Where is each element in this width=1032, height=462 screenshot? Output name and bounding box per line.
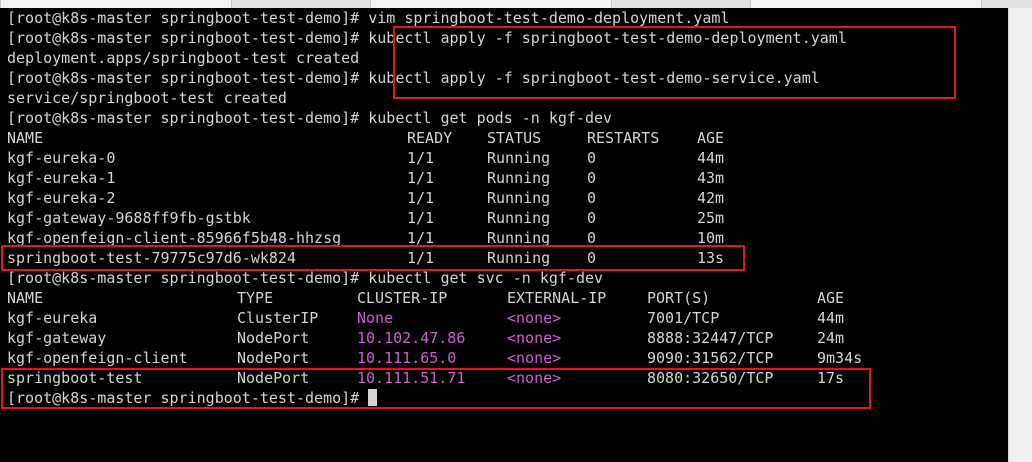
pod-status: Running <box>487 209 551 227</box>
terminal-line: service/springboot-test created <box>7 89 287 107</box>
pods-col-ready: READY <box>407 129 453 147</box>
svc-age: 44m <box>817 309 845 327</box>
svc-ports: 8080:32650/TCP <box>647 369 774 387</box>
pod-ready: 1/1 <box>407 169 435 187</box>
pods-table-header: NAME READY STATUS RESTARTS AGE <box>7 128 1007 148</box>
svc-age: 9m34s <box>817 349 863 367</box>
svc-type: NodePort <box>237 349 310 367</box>
svc-col-type: TYPE <box>237 289 274 307</box>
svc-table-header: NAME TYPE CLUSTER-IP EXTERNAL-IP PORT(S)… <box>7 288 1007 308</box>
pod-status: Running <box>487 169 551 187</box>
text-cursor <box>368 389 378 406</box>
svc-col-cluster-ip: CLUSTER-IP <box>357 289 448 307</box>
svc-cluster-ip: 10.111.65.0 <box>357 349 457 367</box>
pod-age: 43m <box>697 169 725 187</box>
pod-row: kgf-openfeign-client-85966f5b48-hhzsg 1/… <box>7 228 1007 248</box>
pod-status: Running <box>487 189 551 207</box>
pod-ready: 1/1 <box>407 209 435 227</box>
svc-type: NodePort <box>237 329 310 347</box>
svc-col-name: NAME <box>7 289 44 307</box>
pod-status: Running <box>487 149 551 167</box>
pod-restarts: 0 <box>587 229 597 247</box>
pods-col-status: STATUS <box>487 129 542 147</box>
terminal-line: [root@k8s-master springboot-test-demo]# … <box>7 69 820 87</box>
pods-col-restarts: RESTARTS <box>587 129 660 147</box>
browser-tab[interactable] <box>370 0 612 8</box>
terminal-line: deployment.apps/springboot-test created <box>7 49 360 67</box>
svc-ports: 8888:32447/TCP <box>647 329 774 347</box>
svc-age: 24m <box>817 329 845 347</box>
terminal-line: [root@k8s-master springboot-test-demo]# … <box>7 29 847 47</box>
svc-name: kgf-openfeign-client <box>7 349 188 367</box>
browser-tab[interactable] <box>0 0 232 8</box>
pod-name: kgf-eureka-2 <box>7 189 116 207</box>
svc-external-ip: <none> <box>507 369 562 387</box>
svc-ports: 9090:31562/TCP <box>647 349 774 367</box>
svc-col-ports: PORT(S) <box>647 289 711 307</box>
svc-row: kgf-openfeign-client NodePort 10.111.65.… <box>7 348 1007 368</box>
pods-col-age: AGE <box>697 129 725 147</box>
svc-row: springboot-test NodePort 10.111.51.71 <n… <box>7 368 1007 388</box>
pod-age: 25m <box>697 209 725 227</box>
svc-name: springboot-test <box>7 369 143 387</box>
pod-ready: 1/1 <box>407 189 435 207</box>
svc-ports: 7001/TCP <box>647 309 720 327</box>
pod-name: kgf-eureka-0 <box>7 149 116 167</box>
svc-cluster-ip: 10.102.47.86 <box>357 329 466 347</box>
terminal-prompt-line[interactable]: [root@k8s-master springboot-test-demo]# <box>7 388 378 408</box>
pod-name: kgf-gateway-9688ff9fb-gstbk <box>7 209 251 227</box>
svc-name: kgf-gateway <box>7 329 107 347</box>
pod-ready: 1/1 <box>407 149 435 167</box>
pod-restarts: 0 <box>587 209 597 227</box>
pod-name: kgf-eureka-1 <box>7 169 116 187</box>
pod-age: 42m <box>697 189 725 207</box>
pod-row: kgf-eureka-1 1/1 Running 0 43m <box>7 168 1007 188</box>
svc-row: kgf-gateway NodePort 10.102.47.86 <none>… <box>7 328 1007 348</box>
svc-age: 17s <box>817 369 845 387</box>
pod-restarts: 0 <box>587 149 597 167</box>
svc-col-age: AGE <box>817 289 845 307</box>
pod-ready: 1/1 <box>407 249 435 267</box>
svc-col-external-ip: EXTERNAL-IP <box>507 289 607 307</box>
browser-tab-strip <box>0 0 1032 8</box>
terminal-window[interactable]: [root@k8s-master springboot-test-demo]# … <box>0 8 1008 462</box>
svc-cluster-ip: 10.111.51.71 <box>357 369 466 387</box>
pod-restarts: 0 <box>587 249 597 267</box>
terminal-line: [root@k8s-master springboot-test-demo]# … <box>7 109 613 127</box>
pod-restarts: 0 <box>587 169 597 187</box>
terminal-scrollbar[interactable] <box>1008 8 1032 462</box>
svc-cluster-ip: None <box>357 309 394 327</box>
browser-tab[interactable] <box>750 0 982 8</box>
pods-col-name: NAME <box>7 129 44 147</box>
svc-name: kgf-eureka <box>7 309 98 327</box>
pod-ready: 1/1 <box>407 229 435 247</box>
svc-external-ip: <none> <box>507 349 562 367</box>
pod-row: kgf-eureka-0 1/1 Running 0 44m <box>7 148 1007 168</box>
pod-row: kgf-gateway-9688ff9fb-gstbk 1/1 Running … <box>7 208 1007 228</box>
svc-external-ip: <none> <box>507 309 562 327</box>
svc-type: NodePort <box>237 369 310 387</box>
pod-restarts: 0 <box>587 189 597 207</box>
pod-name: kgf-openfeign-client-85966f5b48-hhzsg <box>7 229 342 247</box>
svc-row: kgf-eureka ClusterIP None <none> 7001/TC… <box>7 308 1007 328</box>
pod-age: 44m <box>697 149 725 167</box>
svc-type: ClusterIP <box>237 309 319 327</box>
terminal-line: [root@k8s-master springboot-test-demo]# … <box>7 269 604 287</box>
pod-status: Running <box>487 229 551 247</box>
terminal-line: [root@k8s-master springboot-test-demo]# … <box>7 9 730 27</box>
pod-name: springboot-test-79775c97d6-wk824 <box>7 249 296 267</box>
pod-row: kgf-eureka-2 1/1 Running 0 42m <box>7 188 1007 208</box>
svc-external-ip: <none> <box>507 329 562 347</box>
pod-row: springboot-test-79775c97d6-wk824 1/1 Run… <box>7 248 1007 268</box>
shell-prompt: [root@k8s-master springboot-test-demo]# <box>7 389 369 407</box>
pod-age: 13s <box>697 249 725 267</box>
pod-age: 10m <box>697 229 725 247</box>
pod-status: Running <box>487 249 551 267</box>
